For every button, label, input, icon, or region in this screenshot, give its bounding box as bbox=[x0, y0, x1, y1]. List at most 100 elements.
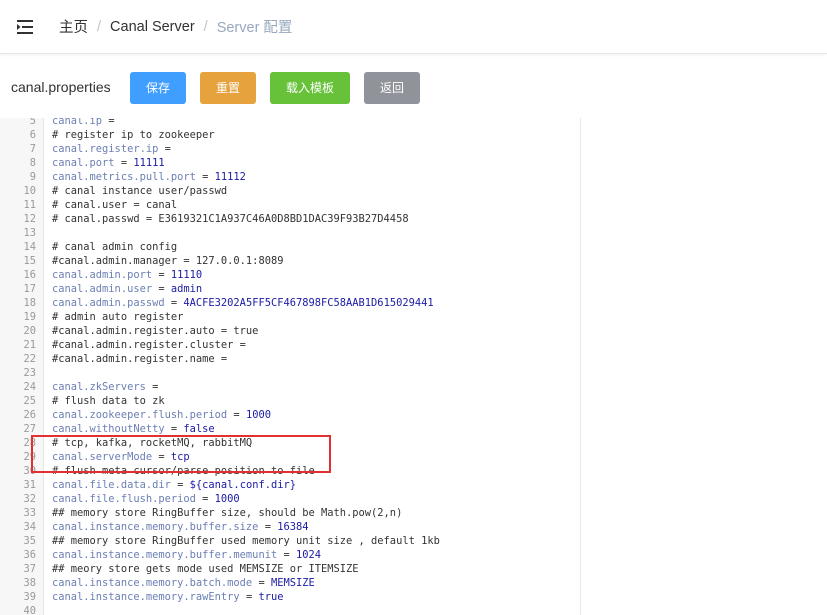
code-line[interactable]: 36 canal.instance.memory.buffer.memunit =… bbox=[0, 548, 580, 562]
line-number: 33 bbox=[23, 507, 36, 519]
code-editor[interactable]: 5 canal.ip = 6 # register ip to zookeeper 7 c… bbox=[0, 118, 580, 615]
line-number: 13 bbox=[23, 227, 36, 239]
line-number: 16 bbox=[23, 269, 36, 281]
code-line[interactable]: 12 # canal.passwd = E3619321C1A937C46A0D8… bbox=[0, 212, 580, 226]
code-text[interactable]: canal.instance.memory.buffer.memunit = 1… bbox=[52, 548, 321, 562]
code-line[interactable]: 15 #canal.admin.manager = 127.0.0.1:8089 bbox=[0, 254, 580, 268]
code-line[interactable]: 25 # flush data to zk bbox=[0, 394, 580, 408]
code-text[interactable]: # canal admin config bbox=[52, 240, 177, 254]
line-number: 18 bbox=[23, 297, 36, 309]
reset-button[interactable]: 重置 bbox=[200, 72, 256, 104]
code-text[interactable]: canal.zkServers = bbox=[52, 380, 158, 394]
code-text[interactable]: canal.withoutNetty = false bbox=[52, 422, 215, 436]
code-line[interactable]: 9 canal.metrics.pull.port = 11112 bbox=[0, 170, 580, 184]
code-line[interactable]: 17 canal.admin.user = admin bbox=[0, 282, 580, 296]
load-template-button[interactable]: 载入模板 bbox=[270, 72, 350, 104]
code-line[interactable]: 38 canal.instance.memory.batch.mode = MEM… bbox=[0, 576, 580, 590]
code-line[interactable]: 16 canal.admin.port = 11110 bbox=[0, 268, 580, 282]
line-number: 27 bbox=[23, 423, 36, 435]
line-number: 23 bbox=[23, 367, 36, 379]
code-line[interactable]: 33 ## memory store RingBuffer size, shoul… bbox=[0, 506, 580, 520]
code-line[interactable]: 31 canal.file.data.dir = ${canal.conf.dir… bbox=[0, 478, 580, 492]
line-number: 17 bbox=[23, 283, 36, 295]
code-line[interactable]: 7 canal.register.ip = bbox=[0, 142, 580, 156]
line-number: 36 bbox=[23, 549, 36, 561]
code-text[interactable]: canal.admin.passwd = 4ACFE3202A5FF5CF467… bbox=[52, 296, 434, 310]
code-text[interactable]: canal.file.flush.period = 1000 bbox=[52, 492, 240, 506]
breadcrumb-canal-server[interactable]: Canal Server bbox=[110, 19, 195, 35]
code-text[interactable]: canal.admin.port = 11110 bbox=[52, 268, 202, 282]
code-line[interactable]: 13 bbox=[0, 226, 580, 240]
code-line[interactable]: 35 ## memory store RingBuffer used memory… bbox=[0, 534, 580, 548]
code-line[interactable]: 26 canal.zookeeper.flush.period = 1000 bbox=[0, 408, 580, 422]
code-line[interactable]: 14 # canal admin config bbox=[0, 240, 580, 254]
code-text[interactable]: canal.instance.memory.batch.mode = MEMSI… bbox=[52, 576, 315, 590]
code-text[interactable]: #canal.admin.register.auto = true bbox=[52, 324, 258, 338]
line-number: 26 bbox=[23, 409, 36, 421]
line-number: 31 bbox=[23, 479, 36, 491]
code-text[interactable]: canal.port = 11111 bbox=[52, 156, 165, 170]
code-line[interactable]: 28 # tcp, kafka, rocketMQ, rabbitMQ bbox=[0, 436, 580, 450]
line-number: 25 bbox=[23, 395, 36, 407]
code-text[interactable]: canal.instance.memory.rawEntry = true bbox=[52, 590, 283, 604]
code-line[interactable]: 23 bbox=[0, 366, 580, 380]
code-text[interactable]: # admin auto register bbox=[52, 310, 183, 324]
code-text[interactable]: canal.admin.user = admin bbox=[52, 282, 202, 296]
line-number: 34 bbox=[23, 521, 36, 533]
code-text[interactable]: canal.zookeeper.flush.period = 1000 bbox=[52, 408, 271, 422]
code-text[interactable]: # register ip to zookeeper bbox=[52, 128, 215, 142]
breadcrumb-home[interactable]: 主页 bbox=[59, 16, 88, 37]
menu-toggle-icon[interactable] bbox=[17, 19, 35, 35]
code-text[interactable]: ## meory store gets mode used MEMSIZE or… bbox=[52, 562, 359, 576]
line-number: 30 bbox=[23, 465, 36, 477]
line-number: 22 bbox=[23, 353, 36, 365]
line-number: 7 bbox=[29, 143, 36, 155]
code-text[interactable]: canal.metrics.pull.port = 11112 bbox=[52, 170, 246, 184]
code-line[interactable]: 34 canal.instance.memory.buffer.size = 16… bbox=[0, 520, 580, 534]
code-line[interactable]: 5 canal.ip = bbox=[0, 118, 580, 128]
code-line[interactable]: 30 # flush meta cursor/parse position to … bbox=[0, 464, 580, 478]
code-text[interactable]: #canal.admin.manager = 127.0.0.1:8089 bbox=[52, 254, 283, 268]
code-line[interactable]: 37 ## meory store gets mode used MEMSIZE … bbox=[0, 562, 580, 576]
line-number: 20 bbox=[23, 325, 36, 337]
code-text[interactable]: canal.instance.memory.buffer.size = 1638… bbox=[52, 520, 309, 534]
code-text[interactable]: # canal.user = canal bbox=[52, 198, 177, 212]
code-line[interactable]: 20 #canal.admin.register.auto = true bbox=[0, 324, 580, 338]
code-line[interactable]: 40 bbox=[0, 604, 580, 615]
code-text[interactable]: #canal.admin.register.name = bbox=[52, 352, 227, 366]
code-text[interactable]: canal.register.ip = bbox=[52, 142, 171, 156]
code-line[interactable]: 10 # canal instance user/passwd bbox=[0, 184, 580, 198]
code-line[interactable]: 27 canal.withoutNetty = false bbox=[0, 422, 580, 436]
config-filename: canal.properties bbox=[11, 79, 111, 95]
line-number: 37 bbox=[23, 563, 36, 575]
save-button[interactable]: 保存 bbox=[130, 72, 186, 104]
code-line[interactable]: 8 canal.port = 11111 bbox=[0, 156, 580, 170]
code-text[interactable]: canal.ip = bbox=[52, 118, 115, 128]
code-line[interactable]: 29 canal.serverMode = tcp bbox=[0, 450, 580, 464]
back-button[interactable]: 返回 bbox=[364, 72, 420, 104]
code-line[interactable]: 22 #canal.admin.register.name = bbox=[0, 352, 580, 366]
code-line[interactable]: 21 #canal.admin.register.cluster = bbox=[0, 338, 580, 352]
code-line[interactable]: 11 # canal.user = canal bbox=[0, 198, 580, 212]
code-text[interactable]: # flush data to zk bbox=[52, 394, 165, 408]
code-line[interactable]: 24 canal.zkServers = bbox=[0, 380, 580, 394]
line-number: 21 bbox=[23, 339, 36, 351]
editor-lines[interactable]: 5 canal.ip = 6 # register ip to zookeeper 7 c… bbox=[0, 118, 580, 615]
line-number: 9 bbox=[29, 171, 36, 183]
code-line[interactable]: 19 # admin auto register bbox=[0, 310, 580, 324]
code-line[interactable]: 39 canal.instance.memory.rawEntry = true bbox=[0, 590, 580, 604]
line-number: 24 bbox=[23, 381, 36, 393]
code-text[interactable]: canal.serverMode = tcp bbox=[52, 450, 190, 464]
code-text[interactable]: ## memory store RingBuffer size, should … bbox=[52, 506, 402, 520]
code-text[interactable]: # flush meta cursor/parse position to fi… bbox=[52, 464, 315, 478]
code-line[interactable]: 6 # register ip to zookeeper bbox=[0, 128, 580, 142]
code-text[interactable]: canal.file.data.dir = ${canal.conf.dir} bbox=[52, 478, 296, 492]
code-text[interactable]: # canal instance user/passwd bbox=[52, 184, 227, 198]
code-text[interactable]: #canal.admin.register.cluster = bbox=[52, 338, 246, 352]
code-text[interactable]: # tcp, kafka, rocketMQ, rabbitMQ bbox=[52, 436, 252, 450]
breadcrumb: 主页 / Canal Server / Server 配置 bbox=[59, 16, 292, 37]
code-line[interactable]: 18 canal.admin.passwd = 4ACFE3202A5FF5CF4… bbox=[0, 296, 580, 310]
code-text[interactable]: # canal.passwd = E3619321C1A937C46A0D8BD… bbox=[52, 212, 409, 226]
code-line[interactable]: 32 canal.file.flush.period = 1000 bbox=[0, 492, 580, 506]
code-text[interactable]: ## memory store RingBuffer used memory u… bbox=[52, 534, 440, 548]
